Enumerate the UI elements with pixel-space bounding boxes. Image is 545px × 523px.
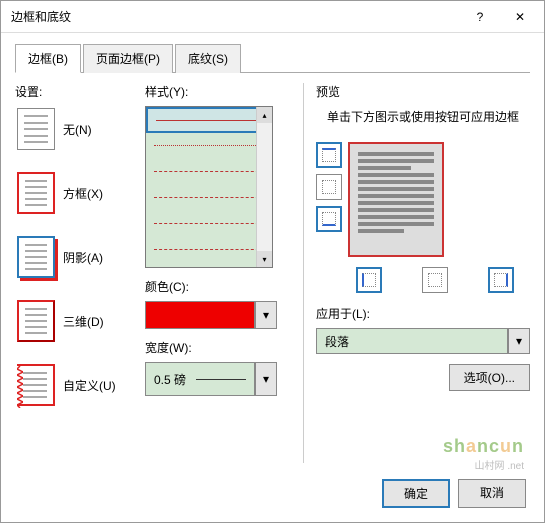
- border-hcenter-button[interactable]: [316, 174, 342, 200]
- scroll-down-icon[interactable]: ▾: [257, 251, 272, 267]
- preview-label: 预览: [316, 83, 530, 100]
- apply-to-value: 段落: [316, 328, 508, 354]
- dialog-footer: 确定 取消: [382, 479, 526, 508]
- style-listbox[interactable]: ▴ ▾: [145, 106, 273, 268]
- preview-area: [316, 142, 530, 257]
- options-row: 选项(O)...: [316, 364, 530, 391]
- apply-to-select[interactable]: 段落 ▾: [316, 328, 530, 354]
- titlebar: 边框和底纹 ? ✕: [1, 1, 544, 33]
- border-left-button[interactable]: [356, 267, 382, 293]
- ok-button[interactable]: 确定: [382, 479, 450, 508]
- border-vcenter-button[interactable]: [422, 267, 448, 293]
- setting-3d[interactable]: 三维(D): [15, 298, 135, 344]
- style-item-solid[interactable]: [146, 107, 272, 133]
- preview-bottom-buttons: [356, 267, 530, 293]
- setting-custom[interactable]: 自定义(U): [15, 362, 135, 408]
- width-sample-line: [196, 379, 246, 380]
- border-hcenter-icon: [322, 180, 336, 194]
- tab-borders[interactable]: 边框(B): [15, 44, 81, 73]
- setting-shadow[interactable]: 阴影(A): [15, 234, 135, 280]
- border-vcenter-icon: [428, 273, 442, 287]
- settings-column: 设置: 无(N) 方框(X) 阴影: [15, 83, 135, 463]
- color-picker[interactable]: ▾: [145, 301, 293, 329]
- border-top-icon: [322, 148, 336, 162]
- settings-label: 设置:: [15, 83, 135, 100]
- preview-left-buttons: [316, 142, 342, 257]
- border-left-icon: [362, 273, 376, 287]
- color-label: 颜色(C):: [145, 278, 293, 295]
- window-title: 边框和底纹: [11, 8, 460, 25]
- chevron-down-icon: ▾: [263, 372, 269, 386]
- preview-column: 预览 单击下方图示或使用按钮可应用边框: [303, 83, 530, 463]
- border-top-button[interactable]: [316, 142, 342, 168]
- style-item-dash-sparse[interactable]: [146, 159, 272, 185]
- tab-shading[interactable]: 底纹(S): [175, 44, 241, 73]
- setting-box-icon: [17, 172, 55, 214]
- width-display: 0.5 磅: [145, 362, 255, 396]
- style-item-dashdot[interactable]: [146, 211, 272, 237]
- scroll-up-icon[interactable]: ▴: [257, 107, 272, 123]
- cancel-button[interactable]: 取消: [458, 479, 526, 508]
- setting-3d-icon: [17, 300, 55, 342]
- close-button[interactable]: ✕: [500, 3, 540, 31]
- preview-document[interactable]: [348, 142, 444, 257]
- border-right-icon: [494, 273, 508, 287]
- chevron-down-icon: ▾: [516, 334, 522, 348]
- border-right-button[interactable]: [488, 267, 514, 293]
- dialog-window: 边框和底纹 ? ✕ 边框(B) 页面边框(P) 底纹(S) 设置: 无(N): [0, 0, 545, 523]
- setting-custom-icon: [17, 364, 55, 406]
- width-picker[interactable]: 0.5 磅 ▾: [145, 362, 293, 396]
- style-label: 样式(Y):: [145, 83, 293, 100]
- setting-none[interactable]: 无(N): [15, 106, 135, 152]
- apply-to-dropdown-button[interactable]: ▾: [508, 328, 530, 354]
- setting-box[interactable]: 方框(X): [15, 170, 135, 216]
- apply-to-label: 应用于(L):: [316, 305, 530, 322]
- style-item-dotted[interactable]: [146, 133, 272, 159]
- main-panel: 设置: 无(N) 方框(X) 阴影: [15, 83, 530, 463]
- border-bottom-icon: [322, 212, 336, 226]
- width-label: 宽度(W):: [145, 339, 293, 356]
- tab-bar: 边框(B) 页面边框(P) 底纹(S): [15, 43, 530, 73]
- style-item-dashdotdot[interactable]: [146, 237, 272, 263]
- color-dropdown-button[interactable]: ▾: [255, 301, 277, 329]
- tab-page-border[interactable]: 页面边框(P): [83, 44, 173, 73]
- options-button[interactable]: 选项(O)...: [449, 364, 530, 391]
- dialog-content: 边框(B) 页面边框(P) 底纹(S) 设置: 无(N) 方框(X): [1, 33, 544, 473]
- chevron-down-icon: ▾: [263, 308, 269, 322]
- border-bottom-button[interactable]: [316, 206, 342, 232]
- setting-shadow-icon: [17, 236, 55, 278]
- help-button[interactable]: ?: [460, 3, 500, 31]
- style-column: 样式(Y): ▴ ▾ 颜色(C):: [145, 83, 293, 463]
- setting-none-icon: [17, 108, 55, 150]
- style-scrollbar[interactable]: ▴ ▾: [256, 107, 272, 267]
- question-icon: ?: [477, 10, 484, 24]
- preview-hint: 单击下方图示或使用按钮可应用边框: [316, 108, 530, 126]
- close-icon: ✕: [515, 10, 525, 24]
- width-dropdown-button[interactable]: ▾: [255, 362, 277, 396]
- style-item-dashed[interactable]: [146, 185, 272, 211]
- color-swatch: [145, 301, 255, 329]
